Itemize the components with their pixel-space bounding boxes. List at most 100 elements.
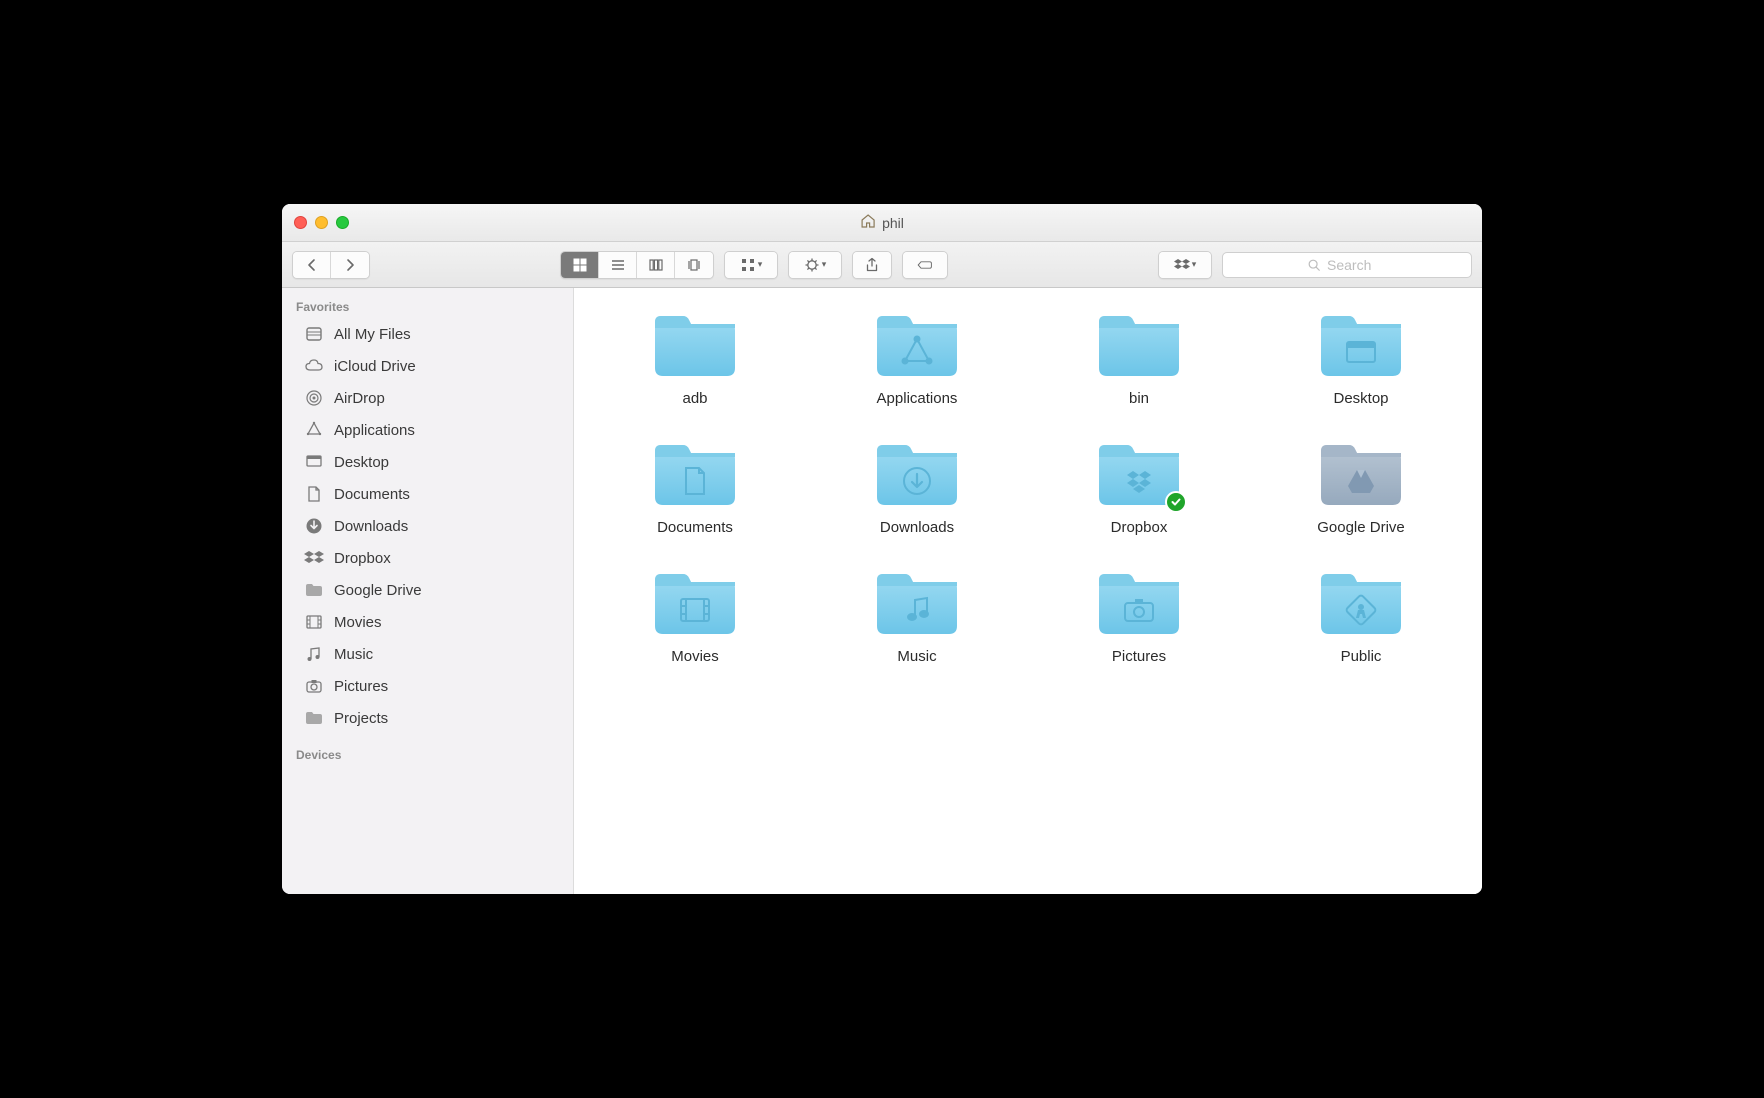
sidebar-section-favorites: Favorites bbox=[282, 296, 573, 318]
forward-button[interactable] bbox=[331, 252, 369, 278]
folder-applications-icon bbox=[871, 308, 963, 382]
folder-item[interactable]: Downloads bbox=[826, 437, 1008, 536]
content-area: adb Applications bin Desktop Documents bbox=[574, 288, 1482, 894]
chevron-down-icon: ▾ bbox=[1192, 259, 1197, 270]
icon-view-button[interactable] bbox=[561, 252, 599, 278]
folder-icon bbox=[304, 708, 324, 728]
traffic-lights bbox=[282, 216, 349, 229]
folder-item[interactable]: Applications bbox=[826, 308, 1008, 407]
documents-icon bbox=[304, 484, 324, 504]
action-button-group: ▾ bbox=[788, 251, 842, 279]
titlebar: phil bbox=[282, 204, 1482, 242]
back-button[interactable] bbox=[293, 252, 331, 278]
tags-button[interactable] bbox=[903, 252, 947, 278]
folder-item[interactable]: Documents bbox=[604, 437, 786, 536]
folder-pictures-icon bbox=[1093, 566, 1185, 640]
sidebar-item-label: iCloud Drive bbox=[334, 358, 416, 375]
folder-dropbox-icon bbox=[1093, 437, 1185, 511]
sidebar-item-label: Desktop bbox=[334, 454, 389, 471]
arrange-button-group: ▾ bbox=[724, 251, 778, 279]
item-label: Downloads bbox=[880, 519, 954, 536]
minimize-button[interactable] bbox=[315, 216, 328, 229]
fullscreen-button[interactable] bbox=[336, 216, 349, 229]
folder-item[interactable]: Desktop bbox=[1270, 308, 1452, 407]
sync-ok-badge-icon bbox=[1165, 491, 1187, 513]
sidebar-item-dropbox[interactable]: Dropbox bbox=[282, 542, 573, 574]
share-button[interactable] bbox=[853, 252, 891, 278]
folder-movies-icon bbox=[649, 566, 741, 640]
arrange-button[interactable]: ▾ bbox=[725, 252, 777, 278]
action-button[interactable]: ▾ bbox=[789, 252, 841, 278]
sidebar-item-label: Music bbox=[334, 646, 373, 663]
desktop-icon bbox=[304, 452, 324, 472]
folder-item[interactable]: Music bbox=[826, 566, 1008, 665]
chevron-down-icon: ▾ bbox=[758, 259, 763, 270]
item-label: Dropbox bbox=[1111, 519, 1168, 536]
sidebar-item-music[interactable]: Music bbox=[282, 638, 573, 670]
window-body: Favorites All My Files iCloud Drive AirD… bbox=[282, 288, 1482, 894]
nav-buttons bbox=[292, 251, 370, 279]
sidebar-item-downloads[interactable]: Downloads bbox=[282, 510, 573, 542]
sidebar-item-icloud-drive[interactable]: iCloud Drive bbox=[282, 350, 573, 382]
sidebar-item-label: Applications bbox=[334, 422, 415, 439]
folder-icon bbox=[649, 308, 741, 382]
dropbox-toolbar-button[interactable]: ▾ bbox=[1159, 252, 1211, 278]
folder-item[interactable]: Google Drive bbox=[1270, 437, 1452, 536]
list-view-button[interactable] bbox=[599, 252, 637, 278]
dropbox-icon bbox=[304, 548, 324, 568]
icloud-icon bbox=[304, 356, 324, 376]
sidebar-item-all-my-files[interactable]: All My Files bbox=[282, 318, 573, 350]
sidebar-item-desktop[interactable]: Desktop bbox=[282, 446, 573, 478]
window-title-text: phil bbox=[882, 215, 904, 231]
sidebar-item-airdrop[interactable]: AirDrop bbox=[282, 382, 573, 414]
column-view-button[interactable] bbox=[637, 252, 675, 278]
item-label: Movies bbox=[671, 648, 719, 665]
folder-item[interactable]: bin bbox=[1048, 308, 1230, 407]
sidebar: Favorites All My Files iCloud Drive AirD… bbox=[282, 288, 574, 894]
applications-icon bbox=[304, 420, 324, 440]
sidebar-item-label: Google Drive bbox=[334, 582, 422, 599]
item-label: Music bbox=[897, 648, 936, 665]
folder-desktop-icon bbox=[1315, 308, 1407, 382]
sidebar-item-documents[interactable]: Documents bbox=[282, 478, 573, 510]
movies-icon bbox=[304, 612, 324, 632]
sidebar-item-label: Projects bbox=[334, 710, 388, 727]
item-label: Applications bbox=[877, 390, 958, 407]
folder-item[interactable]: Dropbox bbox=[1048, 437, 1230, 536]
folder-google-drive-icon bbox=[1315, 437, 1407, 511]
downloads-icon bbox=[304, 516, 324, 536]
item-label: Public bbox=[1341, 648, 1382, 665]
search-field[interactable] bbox=[1222, 252, 1472, 278]
share-button-group bbox=[852, 251, 892, 279]
item-label: Google Drive bbox=[1317, 519, 1405, 536]
sidebar-item-projects[interactable]: Projects bbox=[282, 702, 573, 734]
tags-button-group bbox=[902, 251, 948, 279]
folder-item[interactable]: Public bbox=[1270, 566, 1452, 665]
item-label: Desktop bbox=[1333, 390, 1388, 407]
folder-item[interactable]: Pictures bbox=[1048, 566, 1230, 665]
folder-item[interactable]: adb bbox=[604, 308, 786, 407]
folder-item[interactable]: Movies bbox=[604, 566, 786, 665]
sidebar-item-applications[interactable]: Applications bbox=[282, 414, 573, 446]
coverflow-view-button[interactable] bbox=[675, 252, 713, 278]
chevron-down-icon: ▾ bbox=[822, 259, 827, 270]
music-icon bbox=[304, 644, 324, 664]
folder-public-icon bbox=[1315, 566, 1407, 640]
item-label: Documents bbox=[657, 519, 733, 536]
sidebar-item-label: Pictures bbox=[334, 678, 388, 695]
item-label: adb bbox=[682, 390, 707, 407]
all-my-files-icon bbox=[304, 324, 324, 344]
toolbar: ▾ ▾ ▾ bbox=[282, 242, 1482, 288]
item-label: Pictures bbox=[1112, 648, 1166, 665]
sidebar-item-pictures[interactable]: Pictures bbox=[282, 670, 573, 702]
close-button[interactable] bbox=[294, 216, 307, 229]
search-input[interactable] bbox=[1327, 257, 1387, 273]
dropbox-button-group: ▾ bbox=[1158, 251, 1212, 279]
icon-grid: adb Applications bin Desktop Documents bbox=[604, 308, 1452, 665]
sidebar-item-label: AirDrop bbox=[334, 390, 385, 407]
folder-icon bbox=[304, 580, 324, 600]
sidebar-item-label: Documents bbox=[334, 486, 410, 503]
sidebar-item-movies[interactable]: Movies bbox=[282, 606, 573, 638]
folder-downloads-icon bbox=[871, 437, 963, 511]
sidebar-item-google-drive[interactable]: Google Drive bbox=[282, 574, 573, 606]
